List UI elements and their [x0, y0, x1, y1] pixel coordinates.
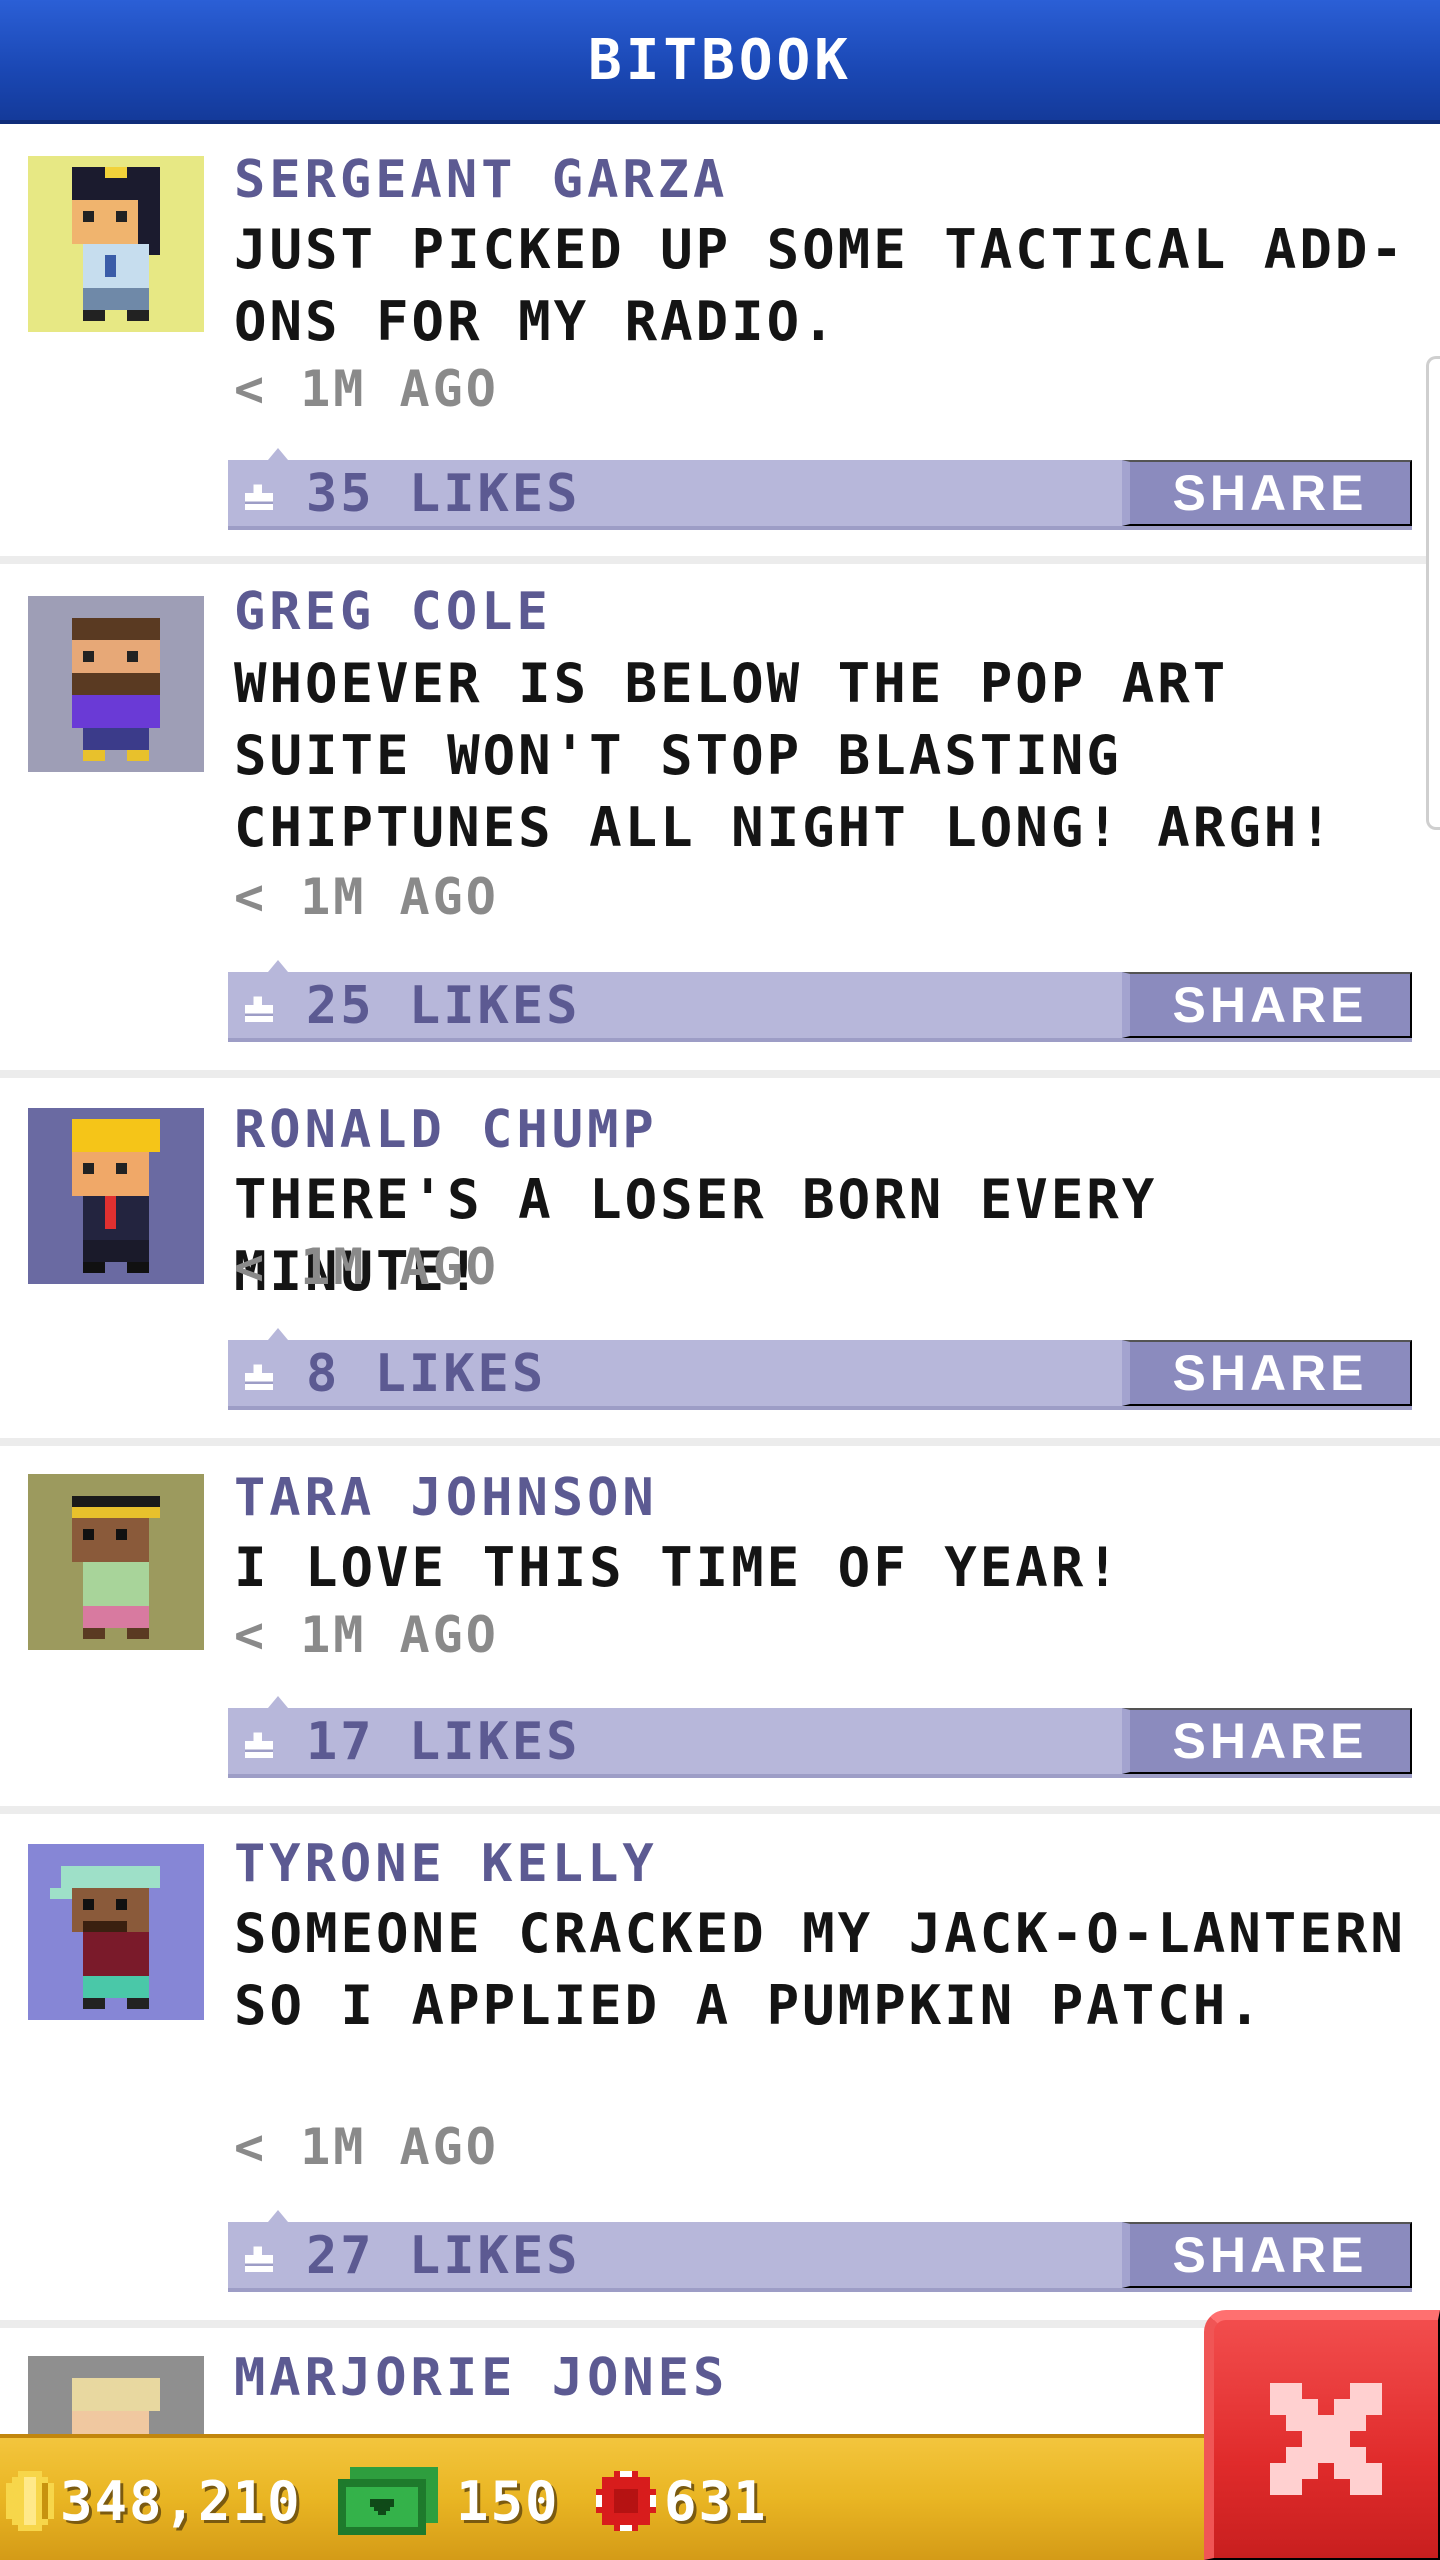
like-icon[interactable] [242, 484, 276, 510]
like-icon[interactable] [242, 2246, 276, 2272]
avatar[interactable] [28, 1474, 204, 1650]
post-message: I LOVE THIS TIME OF YEAR! [234, 1536, 1122, 1599]
like-bar-notch [268, 960, 288, 972]
post-time: < 1M AGO [234, 1606, 499, 1664]
likes-count: 35 LIKES [306, 464, 581, 524]
post-time: < 1M AGO [234, 868, 499, 926]
share-button[interactable]: SHARE [1122, 460, 1412, 526]
bux-display[interactable]: 150 [338, 2458, 560, 2544]
author-name[interactable]: RONALD CHUMP [234, 1100, 658, 1160]
like-bar-notch [268, 1696, 288, 1708]
avatar[interactable] [28, 1108, 204, 1284]
feed-post: RONALD CHUMP THERE'S A LOSER BORN EVERY … [0, 1078, 1440, 1446]
post-time: < 1M AGO [234, 1238, 499, 1296]
coins-display[interactable]: 348,210 [6, 2458, 302, 2544]
token-icon [596, 2471, 656, 2531]
post-time: < 1M AGO [234, 2118, 499, 2176]
likes-count: 27 LIKES [306, 2226, 581, 2286]
close-icon [1270, 2383, 1382, 2495]
feed-post: GREG COLE WHOEVER IS BELOW THE POP ART S… [0, 564, 1440, 1078]
post-message: WHOEVER IS BELOW THE POP ART SUITE WON'T… [234, 652, 1335, 859]
feed-post: TYRONE KELLY SOMEONE CRACKED MY JACK-O-L… [0, 1814, 1440, 2328]
post-message: JUST PICKED UP SOME TACTICAL ADD-ONS FOR… [234, 218, 1406, 353]
avatar-ronald-chump [28, 1108, 204, 1284]
feed-post: SERGEANT GARZA JUST PICKED UP SOME TACTI… [0, 128, 1440, 564]
tokens-value: 631 [664, 2469, 768, 2533]
like-bar: 8 LIKES SHARE [228, 1328, 1412, 1410]
like-icon[interactable] [242, 1732, 276, 1758]
like-bar: 27 LIKES SHARE [228, 2210, 1412, 2292]
like-bar: 35 LIKES SHARE [228, 448, 1412, 530]
author-name[interactable]: TARA JOHNSON [234, 1468, 658, 1528]
likes-count: 25 LIKES [306, 976, 581, 1036]
like-icon[interactable] [242, 996, 276, 1022]
post-message: SOMEONE CRACKED MY JACK-O-LANTERN SO I A… [234, 1902, 1406, 2037]
post-time: < 1M AGO [234, 360, 499, 418]
like-bar-notch [268, 1328, 288, 1340]
likes-count: 8 LIKES [306, 1344, 547, 1404]
like-bar: 17 LIKES SHARE [228, 1696, 1412, 1778]
like-bar-notch [268, 2210, 288, 2222]
author-name[interactable]: TYRONE KELLY [234, 1834, 658, 1894]
avatar[interactable] [28, 1844, 204, 2020]
close-button[interactable] [1204, 2310, 1440, 2560]
app-title: BITBOOK [587, 27, 852, 93]
like-bar: 25 LIKES SHARE [228, 960, 1412, 1042]
avatar-greg-cole [28, 596, 204, 772]
author-name[interactable]: SERGEANT GARZA [234, 150, 728, 210]
feed-post: TARA JOHNSON I LOVE THIS TIME OF YEAR! <… [0, 1446, 1440, 1814]
likes-count: 17 LIKES [306, 1712, 581, 1772]
avatar-sergeant-garza [28, 156, 204, 332]
scrollbar[interactable] [1426, 356, 1440, 830]
app-header: BITBOOK [0, 0, 1440, 124]
like-bar-notch [268, 448, 288, 460]
bux-icon [338, 2467, 438, 2535]
avatar[interactable] [28, 596, 204, 772]
share-button[interactable]: SHARE [1122, 972, 1412, 1038]
share-button[interactable]: SHARE [1122, 2222, 1412, 2288]
author-name[interactable]: GREG COLE [234, 582, 552, 642]
tokens-display[interactable]: 631 [596, 2458, 768, 2544]
avatar[interactable] [28, 156, 204, 332]
coins-value: 348,210 [60, 2469, 302, 2533]
share-button[interactable]: SHARE [1122, 1708, 1412, 1774]
avatar-tyrone-kelly [28, 1844, 204, 2020]
like-icon[interactable] [242, 1364, 276, 1390]
author-name[interactable]: MARJORIE JONES [234, 2348, 728, 2408]
share-button[interactable]: SHARE [1122, 1340, 1412, 1406]
avatar-tara-johnson [28, 1474, 204, 1650]
coin-icon [6, 2471, 54, 2531]
bux-value: 150 [456, 2469, 560, 2533]
